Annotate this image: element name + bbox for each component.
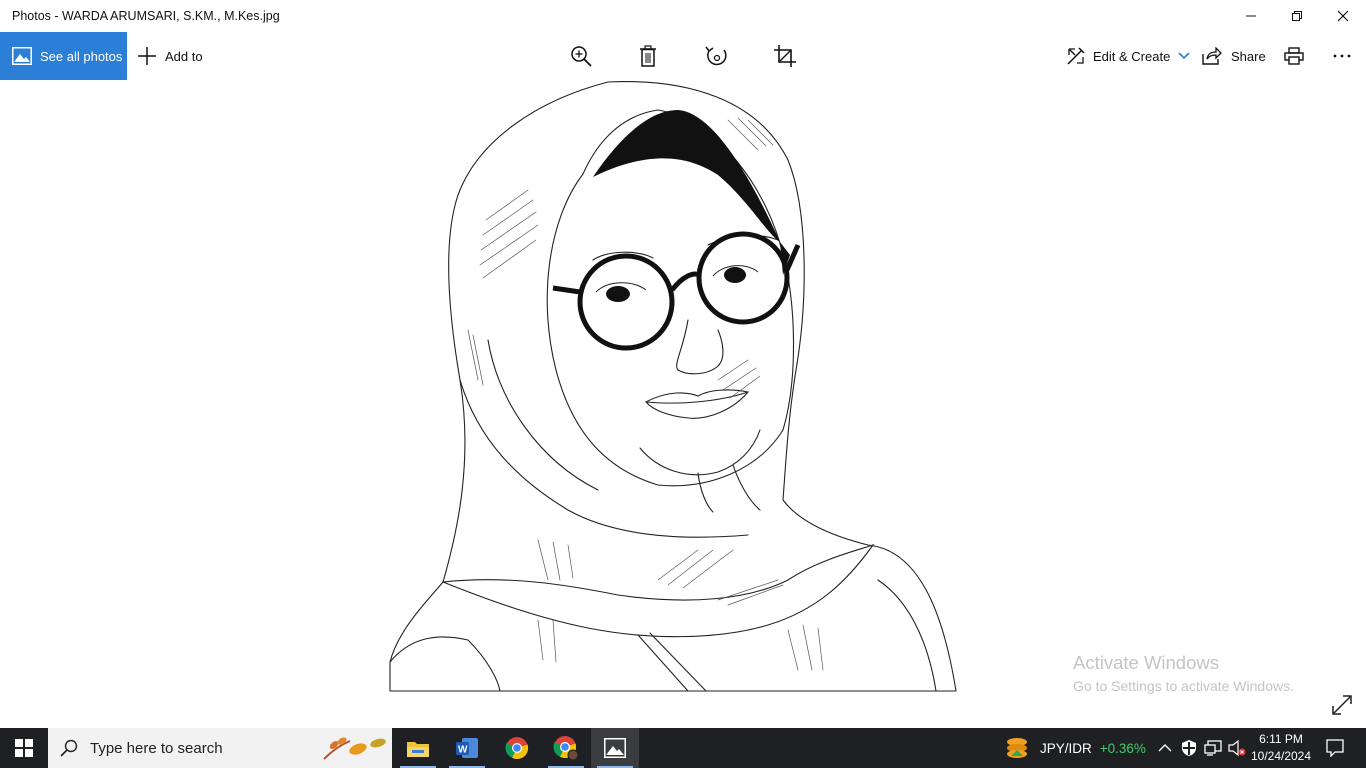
- taskbar-clock[interactable]: 6:11 PM 10/24/2024: [1250, 731, 1312, 765]
- edit-create-label: Edit & Create: [1093, 48, 1171, 64]
- taskbar-file-explorer[interactable]: [394, 728, 442, 768]
- taskbar-chrome[interactable]: [493, 728, 541, 768]
- taskbar-chrome-profile[interactable]: [542, 728, 590, 768]
- print-icon: [1284, 47, 1304, 65]
- chrome-profile-icon: [553, 736, 579, 761]
- ticker-pair: JPY/IDR: [1040, 740, 1092, 756]
- crop-icon: [774, 45, 796, 67]
- rotate-icon: [705, 46, 727, 66]
- watermark-title: Activate Windows: [1073, 652, 1219, 673]
- photo-canvas: Activate Windows Go to Settings to activ…: [0, 80, 1366, 728]
- toolbar: See all photos Add to Edit & Create Shar…: [0, 32, 1366, 80]
- delete-icon: [640, 45, 656, 67]
- file-explorer-icon: [407, 742, 429, 757]
- activate-windows-watermark: Activate Windows Go to Settings to activ…: [1073, 652, 1294, 694]
- taskbar-photos[interactable]: [591, 728, 639, 768]
- window-title: Photos - WARDA ARUMSARI, S.KM., M.Kes.jp…: [12, 9, 280, 23]
- delete-button[interactable]: [628, 32, 668, 80]
- show-hidden-icons-button[interactable]: [1153, 728, 1177, 768]
- start-button[interactable]: [0, 728, 48, 768]
- taskbar-word[interactable]: W: [443, 728, 491, 768]
- windows-logo-icon: [15, 739, 33, 757]
- add-to-label: Add to: [165, 48, 203, 64]
- rotate-button[interactable]: [697, 32, 737, 80]
- chevron-up-icon: [1158, 744, 1172, 752]
- see-all-photos-button[interactable]: See all photos: [0, 32, 127, 80]
- network-tray-button[interactable]: [1201, 728, 1225, 768]
- share-label: Share: [1231, 48, 1266, 64]
- taskbar-search-box[interactable]: Type here to search: [48, 728, 392, 768]
- see-all-photos-label: See all photos: [40, 48, 123, 64]
- print-button[interactable]: [1274, 32, 1314, 80]
- photos-app-icon: [604, 738, 626, 758]
- volume-muted-icon: [1228, 740, 1246, 756]
- restore-button[interactable]: [1274, 0, 1320, 32]
- share-icon: [1202, 47, 1222, 65]
- restore-icon: [1292, 11, 1302, 21]
- crop-button[interactable]: [765, 32, 805, 80]
- zoom-icon: [571, 46, 592, 67]
- taskbar: Type here to search W JPY/IDR +0.36% 6:1…: [0, 728, 1366, 768]
- currency-ticker[interactable]: JPY/IDR +0.36%: [1004, 728, 1146, 768]
- more-icon: [1333, 54, 1351, 58]
- volume-tray-button[interactable]: [1225, 728, 1249, 768]
- add-to-button[interactable]: Add to: [137, 32, 203, 80]
- edit-create-button[interactable]: Edit & Create: [1066, 32, 1190, 80]
- fullscreen-icon[interactable]: [1331, 694, 1353, 716]
- watermark-subtitle: Go to Settings to activate Windows.: [1073, 678, 1294, 694]
- minimize-icon: [1246, 15, 1256, 17]
- svg-text:W: W: [458, 745, 468, 756]
- edit-create-icon: [1067, 47, 1085, 65]
- search-placeholder: Type here to search: [90, 739, 223, 757]
- close-button[interactable]: [1320, 0, 1366, 32]
- minimize-button[interactable]: [1228, 0, 1274, 32]
- chrome-icon: [505, 737, 529, 760]
- share-button[interactable]: Share: [1202, 32, 1266, 80]
- autumn-leaves-icon: [323, 737, 386, 760]
- currency-exchange-icon: [1007, 738, 1027, 758]
- word-icon: W: [456, 738, 478, 758]
- plus-icon: [138, 47, 156, 65]
- clock-time: 6:11 PM: [1259, 732, 1303, 746]
- portrait-sketch-image[interactable]: [388, 80, 958, 692]
- action-center-button[interactable]: [1320, 728, 1350, 768]
- shield-icon: [1182, 740, 1196, 756]
- title-bar: Photos - WARDA ARUMSARI, S.KM., M.Kes.jp…: [0, 0, 1366, 32]
- close-icon: [1337, 10, 1349, 22]
- chevron-down-icon: [1178, 52, 1190, 60]
- more-button[interactable]: [1322, 32, 1362, 80]
- network-icon: [1204, 740, 1222, 756]
- zoom-button[interactable]: [561, 32, 601, 80]
- security-tray-button[interactable]: [1177, 728, 1201, 768]
- ticker-change: +0.36%: [1099, 740, 1146, 756]
- search-icon: [60, 739, 78, 757]
- photos-icon: [12, 47, 32, 65]
- clock-date: 10/24/2024: [1250, 749, 1312, 763]
- notification-icon: [1326, 739, 1344, 757]
